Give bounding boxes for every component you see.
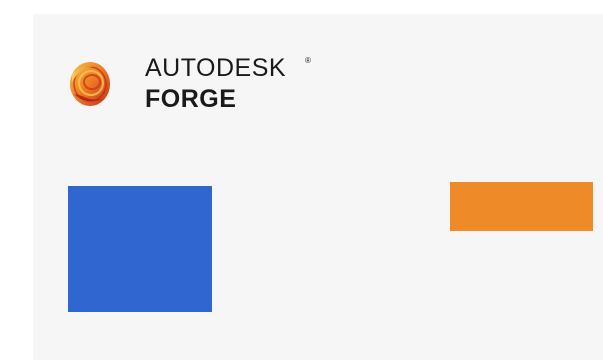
brand-company-name: AUTODESK [145,54,287,82]
autodesk-forge-logo-icon [66,54,114,110]
blue-block [68,186,212,312]
registered-mark: ® [305,56,311,65]
brand-product-name: FORGE [145,85,237,113]
orange-block [450,182,593,231]
